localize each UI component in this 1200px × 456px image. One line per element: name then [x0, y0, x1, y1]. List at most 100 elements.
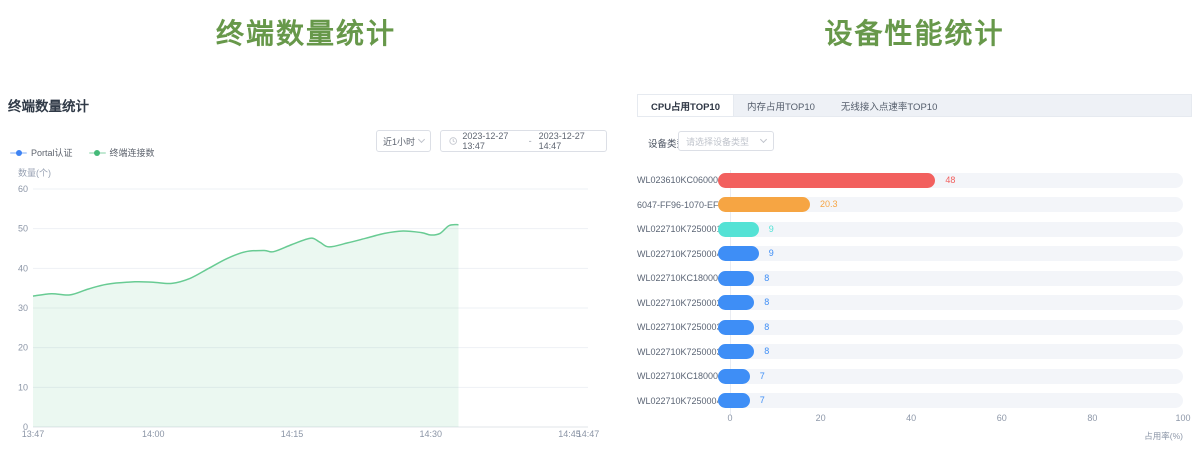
- legend-marker-icon: [89, 152, 106, 154]
- date-end: 2023-12-27 14:47: [539, 131, 598, 151]
- bar-category-label: WL022710KC18000280: [637, 273, 718, 283]
- x-tick: 14:47: [577, 429, 600, 439]
- y-tick: 10: [18, 382, 28, 392]
- bar-chart-xlabel: 占用率(%): [1144, 430, 1183, 442]
- bar-track: 48: [718, 173, 1183, 188]
- performance-tabs: CPU占用TOP10内存占用TOP10无线接入点速率TOP10: [637, 94, 1192, 117]
- device-type-select[interactable]: 请选择设备类型: [678, 131, 774, 151]
- bar-fill: [718, 320, 754, 335]
- chevron-down-icon: [418, 136, 425, 143]
- legend-item-1[interactable]: 终端连接数: [89, 146, 155, 159]
- bar-track: 7: [718, 393, 1183, 408]
- bar-category-label: 6047-FF96-1070-EF0A: [637, 200, 718, 210]
- bar-category-label: WL023610KC06000043: [637, 175, 718, 185]
- bar-value: 48: [945, 173, 955, 188]
- bar-row-0: WL023610KC06000043 48: [637, 168, 1192, 193]
- left-section-title: 终端数量统计: [0, 12, 612, 52]
- bar-value: 8: [764, 344, 769, 359]
- bar-track: 9: [718, 222, 1183, 237]
- bar-fill: [718, 295, 754, 310]
- bar-fill: [718, 271, 754, 286]
- legend-label: 终端连接数: [110, 146, 155, 159]
- bar-value: 8: [764, 295, 769, 310]
- bar-x-tick: 0: [727, 413, 732, 423]
- date-range-picker[interactable]: 2023-12-27 13:47 - 2023-12-27 14:47: [440, 130, 607, 152]
- bar-category-label: WL022710K725000369: [637, 347, 718, 357]
- bar-fill: [718, 173, 935, 188]
- time-range-select[interactable]: 近1小时: [376, 130, 431, 152]
- y-tick: 40: [18, 263, 28, 273]
- legend-marker-icon: [10, 152, 27, 154]
- bar-fill: [718, 393, 750, 408]
- terminal-card-title: 终端数量统计: [8, 95, 89, 115]
- bar-x-tick: 60: [997, 413, 1007, 423]
- bar-value: 8: [764, 271, 769, 286]
- bar-value: 7: [760, 369, 765, 384]
- legend-item-0[interactable]: Portal认证: [10, 146, 73, 159]
- bar-category-label: WL022710K725000470: [637, 396, 718, 406]
- right-section-title: 设备性能统计: [637, 12, 1192, 52]
- area-fill: [33, 225, 459, 427]
- bar-row-9: WL022710K725000470 7: [637, 389, 1192, 414]
- bar-value: 9: [769, 246, 774, 261]
- bar-category-label: WL022710K725000307: [637, 322, 718, 332]
- bar-row-4: WL022710KC18000280 8: [637, 266, 1192, 291]
- device-type-placeholder: 请选择设备类型: [686, 135, 757, 148]
- legend-label: Portal认证: [31, 146, 73, 159]
- bar-x-tick: 100: [1175, 413, 1190, 423]
- bar-value: 9: [769, 222, 774, 237]
- tab-2[interactable]: 无线接入点速率TOP10: [828, 95, 950, 116]
- bar-track: 7: [718, 369, 1183, 384]
- bar-fill: [718, 222, 759, 237]
- time-range-value: 近1小时: [383, 135, 415, 148]
- terminal-stats-panel: 终端数量统计 终端数量统计 近1小时 2023-12-27 13:47 - 20…: [0, 0, 612, 456]
- device-performance-panel: 设备性能统计 CPU占用TOP10内存占用TOP10无线接入点速率TOP10 设…: [637, 0, 1192, 456]
- chevron-down-icon: [760, 136, 767, 143]
- bar-value: 7: [760, 393, 765, 408]
- tab-0[interactable]: CPU占用TOP10: [638, 95, 734, 116]
- bar-track: 8: [718, 344, 1183, 359]
- bar-row-7: WL022710K725000369 8: [637, 340, 1192, 365]
- bar-category-label: WL022710K725000409: [637, 249, 718, 259]
- bar-row-3: WL022710K725000409 9: [637, 242, 1192, 267]
- clock-icon: [449, 136, 457, 146]
- bar-track: 8: [718, 271, 1183, 286]
- bar-fill: [718, 369, 750, 384]
- bar-x-tick: 40: [906, 413, 916, 423]
- bar-track: 8: [718, 295, 1183, 310]
- bar-row-8: WL022710KC18000372 7: [637, 364, 1192, 389]
- bar-category-label: WL022710K725000272: [637, 298, 718, 308]
- y-tick: 60: [18, 184, 28, 194]
- chart-legend: Portal认证 终端连接数: [10, 146, 155, 159]
- bar-value: 20.3: [820, 197, 838, 212]
- bar-row-1: 6047-FF96-1070-EF0A 20.3: [637, 193, 1192, 218]
- y-tick: 30: [18, 303, 28, 313]
- bar-fill: [718, 246, 759, 261]
- x-tick: 13:47: [22, 429, 45, 439]
- bar-row-6: WL022710K725000307 8: [637, 315, 1192, 340]
- date-start: 2023-12-27 13:47: [462, 131, 521, 151]
- terminal-line-chart: 数量(个)010203040506013:4714:0014:1514:3014…: [0, 160, 612, 456]
- bar-track: 8: [718, 320, 1183, 335]
- bar-track: 20.3: [718, 197, 1183, 212]
- dashboard: 终端数量统计 终端数量统计 近1小时 2023-12-27 13:47 - 20…: [0, 0, 1200, 456]
- bar-fill: [718, 197, 810, 212]
- bar-x-tick: 20: [816, 413, 826, 423]
- y-tick: 50: [18, 224, 28, 234]
- x-tick: 14:15: [281, 429, 304, 439]
- bar-category-label: WL022710KC18000372: [637, 371, 718, 381]
- bar-category-label: WL022710K725000102: [637, 224, 718, 234]
- y-axis-label: 数量(个): [18, 167, 51, 178]
- bar-row-5: WL022710K725000272 8: [637, 291, 1192, 316]
- bar-chart-xticks: 020406080100: [637, 413, 1192, 425]
- bar-fill: [718, 344, 754, 359]
- y-tick: 20: [18, 343, 28, 353]
- bar-value: 8: [764, 320, 769, 335]
- cpu-top10-bar-chart: WL023610KC06000043 48 6047-FF96-1070-EF0A 2…: [637, 168, 1192, 413]
- x-tick: 14:30: [419, 429, 442, 439]
- bar-track: 9: [718, 246, 1183, 261]
- date-separator: -: [527, 136, 534, 146]
- x-tick: 14:00: [142, 429, 165, 439]
- bar-row-2: WL022710K725000102 9: [637, 217, 1192, 242]
- tab-1[interactable]: 内存占用TOP10: [734, 95, 828, 116]
